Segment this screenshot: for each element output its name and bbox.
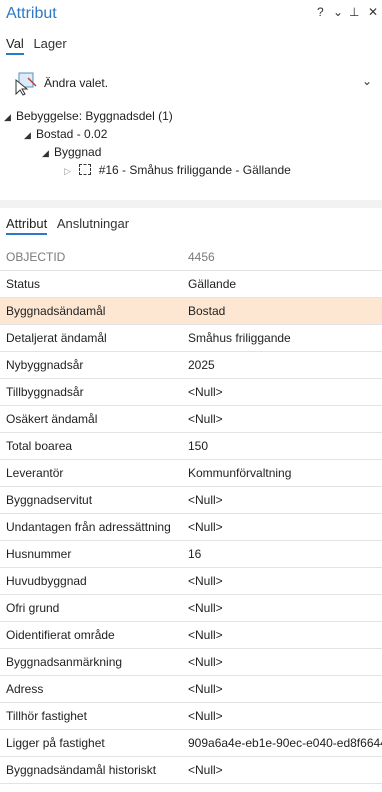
field-name: Total boarea	[6, 439, 73, 453]
table-row[interactable]: Ligger på fastighet 909a6a4e-eb1e-90ec-e…	[0, 730, 382, 757]
field-value[interactable]: 150	[188, 439, 208, 453]
tree-node-label: Bostad - 0.02	[36, 127, 108, 141]
field-value[interactable]: <Null>	[188, 520, 223, 534]
field-name: Oidentifierat område	[6, 628, 115, 642]
table-row[interactable]: Status Gällande	[0, 271, 382, 298]
field-value[interactable]: 16	[188, 547, 201, 561]
field-value[interactable]: Kommunförvaltning	[188, 466, 291, 480]
table-row[interactable]: Tillbyggnadsår <Null>	[0, 379, 382, 406]
table-row[interactable]: Byggnadsändamål historiskt <Null>	[0, 757, 382, 784]
tab-anslutningar[interactable]: Anslutningar	[57, 216, 129, 233]
tab-val[interactable]: Val	[6, 36, 24, 55]
field-value[interactable]: <Null>	[188, 682, 223, 696]
collapse-triangle-icon[interactable]: ◢	[24, 126, 36, 144]
field-value[interactable]: <Null>	[188, 574, 223, 588]
tab-lager[interactable]: Lager	[33, 36, 66, 53]
tree-node-byggnad[interactable]: ◢ Byggnad	[42, 143, 101, 161]
field-name: Undantagen från adressättning	[6, 520, 171, 534]
options-dropdown-button[interactable]: ⌄	[333, 5, 343, 19]
field-name: Byggnadsändamål	[6, 304, 106, 318]
field-value[interactable]: Gällande	[188, 277, 236, 291]
field-value[interactable]: Småhus friliggande	[188, 331, 291, 345]
table-row[interactable]: Ofri grund <Null>	[0, 595, 382, 622]
table-row[interactable]: Oidentifierat område <Null>	[0, 622, 382, 649]
field-name: Adress	[6, 682, 44, 696]
attribute-tabs: Attribut Anslutningar	[6, 216, 135, 235]
field-name: Husnummer	[6, 547, 72, 561]
window-title: Attribut	[6, 5, 57, 22]
field-name: Status	[6, 277, 41, 291]
collapse-triangle-icon[interactable]: ◢	[4, 108, 16, 126]
change-selection-button[interactable]: Ändra valet. ⌄	[14, 70, 374, 96]
collapse-triangle-icon[interactable]: ◢	[42, 144, 54, 162]
field-value[interactable]: <Null>	[188, 601, 223, 615]
tree-node-bostad[interactable]: ◢ Bostad - 0.02	[24, 125, 107, 143]
table-row[interactable]: Undantagen från adressättning <Null>	[0, 514, 382, 541]
feature-selection-icon	[79, 164, 92, 175]
table-row[interactable]: Byggnadservitut <Null>	[0, 487, 382, 514]
table-row[interactable]: OBJECTID 4456	[0, 244, 382, 271]
field-value[interactable]: 4456	[188, 250, 215, 264]
change-selection-label: Ändra valet.	[44, 76, 109, 90]
field-name: Ofri grund	[6, 601, 60, 615]
field-name: Osäkert ändamål	[6, 412, 98, 426]
selection-tabs: Val Lager	[6, 36, 73, 55]
field-value[interactable]: <Null>	[188, 385, 223, 399]
table-row[interactable]: Leverantör Kommunförvaltning	[0, 460, 382, 487]
pin-button[interactable]: ⊥	[349, 5, 359, 19]
table-row[interactable]: Nybyggnadsår 2025	[0, 352, 382, 379]
tree-node-label: Bebyggelse: Byggnadsdel (1)	[16, 109, 173, 123]
field-name: Tillhör fastighet	[6, 709, 87, 723]
field-name: Byggnadsändamål historiskt	[6, 763, 157, 777]
field-name: OBJECTID	[6, 250, 66, 264]
field-value[interactable]: 909a6a4e-eb1e-90ec-e040-ed8f66444	[188, 736, 382, 750]
close-button[interactable]: ✕	[368, 5, 378, 19]
table-row[interactable]: Byggnadsanmärkning <Null>	[0, 649, 382, 676]
field-name: Nybyggnadsår	[6, 358, 84, 372]
tree-node-bebyggelse[interactable]: ◢ Bebyggelse: Byggnadsdel (1)	[4, 107, 173, 125]
tree-node-feature-16[interactable]: ▷ #16 - Småhus friliggande - Gällande	[64, 161, 376, 179]
table-row[interactable]: Adress <Null>	[0, 676, 382, 703]
field-value[interactable]: <Null>	[188, 763, 223, 777]
field-value[interactable]: <Null>	[188, 709, 223, 723]
field-value[interactable]: <Null>	[188, 655, 223, 669]
window-titlebar: Attribut ? ⌄ ⊥ ✕	[0, 0, 382, 30]
tree-node-label: #16 - Småhus friliggande - Gällande	[98, 163, 291, 177]
table-row[interactable]: Husnummer 16	[0, 541, 382, 568]
field-value[interactable]: Bostad	[188, 304, 225, 318]
selection-arrow-icon	[15, 72, 37, 96]
expand-triangle-icon[interactable]: ▷	[64, 162, 76, 180]
field-name: Huvudbyggnad	[6, 574, 87, 588]
field-name: Ligger på fastighet	[6, 736, 105, 750]
table-row-selected[interactable]: Byggnadsändamål Bostad	[0, 298, 382, 325]
field-name: Byggnadservitut	[6, 493, 93, 507]
field-value[interactable]: <Null>	[188, 412, 223, 426]
tree-node-label: Byggnad	[54, 145, 102, 159]
help-button[interactable]: ?	[317, 5, 324, 19]
field-value[interactable]: <Null>	[188, 628, 223, 642]
table-row[interactable]: Huvudbyggnad <Null>	[0, 568, 382, 595]
table-row[interactable]: Detaljerat ändamål Småhus friliggande	[0, 325, 382, 352]
panel-divider	[0, 200, 382, 208]
table-row[interactable]: Osäkert ändamål <Null>	[0, 406, 382, 433]
tab-attribut[interactable]: Attribut	[6, 216, 48, 235]
field-value[interactable]: 2025	[188, 358, 215, 372]
chevron-down-icon[interactable]: ⌄	[362, 74, 372, 88]
field-name: Detaljerat ändamål	[6, 331, 107, 345]
table-row[interactable]: Total boarea 150	[0, 433, 382, 460]
field-value[interactable]: <Null>	[188, 493, 223, 507]
field-name: Byggnadsanmärkning	[6, 655, 123, 669]
table-row[interactable]: Tillhör fastighet <Null>	[0, 703, 382, 730]
field-name: Tillbyggnadsår	[6, 385, 84, 399]
field-name: Leverantör	[6, 466, 64, 480]
